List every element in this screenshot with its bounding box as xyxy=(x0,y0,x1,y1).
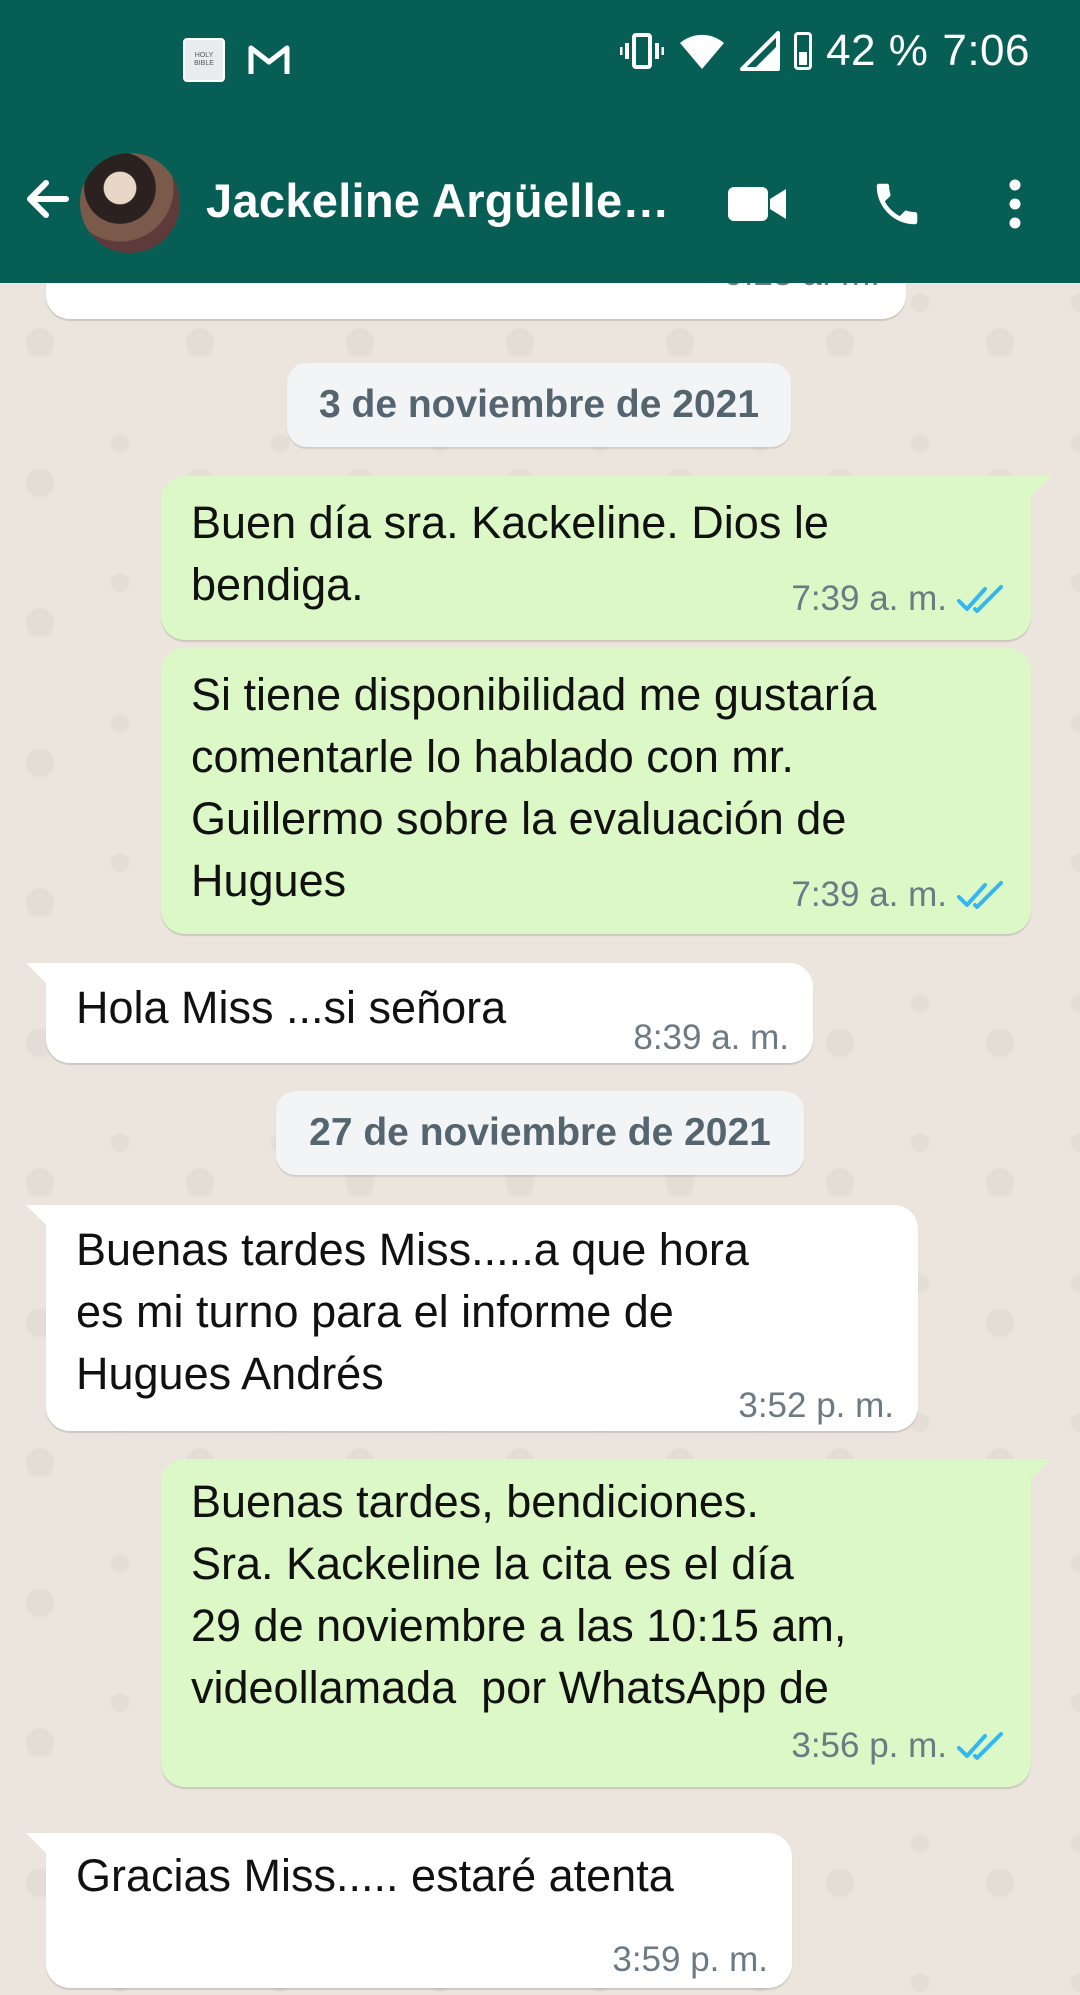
chat-messages[interactable]: 9:23 a. m. 3 de noviembre de 2021 Buen d… xyxy=(0,283,1080,1995)
date-separator: 3 de noviembre de 2021 xyxy=(287,363,791,447)
date-separator: 27 de noviembre de 2021 xyxy=(276,1091,804,1175)
back-button[interactable] xyxy=(18,169,78,229)
gmail-icon xyxy=(248,45,290,74)
status-bar: HOLY BIBLE 42 % 7:06 xyxy=(0,0,1080,125)
message-bubble-outgoing[interactable]: Buen día sra. Kackeline. Dios le bendiga… xyxy=(161,476,1051,640)
message-bubble-incoming[interactable]: Gracias Miss..... estaré atenta 3:59 p. … xyxy=(26,1833,792,1988)
battery-percent: 42 % xyxy=(826,26,929,75)
message-time: 3:56 p. m. xyxy=(791,1726,947,1765)
message-time: 3:52 p. m. xyxy=(738,1386,894,1425)
message-bubble-outgoing[interactable]: Si tiene disponibilidad me gustaría come… xyxy=(161,648,1031,934)
contact-avatar[interactable] xyxy=(80,153,180,253)
message-time: 9:23 a. m. xyxy=(724,283,880,305)
voice-call-button[interactable] xyxy=(862,169,932,239)
chat-header: Jackeline Argüelle… xyxy=(0,125,1080,283)
message-text: Si tiene disponibilidad me gustaría come… xyxy=(191,669,877,906)
message-text: Buenas tardes, bendiciones. Sra. Kackeli… xyxy=(191,1476,847,1713)
read-receipt-icon xyxy=(957,881,1003,909)
contact-name[interactable]: Jackeline Argüelle… xyxy=(206,173,676,228)
message-time: 8:39 a. m. xyxy=(633,1018,789,1057)
read-receipt-icon xyxy=(957,585,1003,613)
message-text: Buen día sra. Kackeline. Dios le bendiga… xyxy=(191,497,829,610)
vibrate-icon xyxy=(620,33,665,69)
signal-icon xyxy=(740,31,781,71)
message-time: 7:39 a. m. xyxy=(791,579,947,618)
message-bubble-incoming[interactable]: Buenas tardes Miss.....a que hora es mi … xyxy=(26,1205,918,1431)
video-call-icon xyxy=(728,187,786,221)
phone-icon xyxy=(876,183,918,225)
message-time: 3:59 p. m. xyxy=(612,1940,768,1979)
message-bubble-incoming[interactable]: 9:23 a. m. xyxy=(46,283,906,319)
video-call-button[interactable] xyxy=(722,169,792,239)
holy-bible-app-icon: HOLY BIBLE xyxy=(183,38,225,82)
message-text: Hola Miss ...si señora xyxy=(76,982,507,1033)
battery-icon xyxy=(794,32,813,70)
back-arrow-icon xyxy=(27,180,69,218)
message-bubble-outgoing[interactable]: Buenas tardes, bendiciones. Sra. Kackeli… xyxy=(161,1459,1051,1787)
message-text: Buenas tardes Miss.....a que hora es mi … xyxy=(76,1224,749,1399)
message-text: Gracias Miss..... estaré atenta xyxy=(76,1850,674,1901)
read-receipt-icon xyxy=(957,1732,1003,1760)
more-options-button[interactable] xyxy=(980,169,1050,239)
wifi-icon xyxy=(680,34,725,69)
clock: 7:06 xyxy=(942,26,1030,75)
message-time: 7:39 a. m. xyxy=(791,875,947,914)
more-vert-icon xyxy=(1009,179,1021,229)
message-bubble-incoming[interactable]: Hola Miss ...si señora 8:39 a. m. xyxy=(26,963,813,1063)
